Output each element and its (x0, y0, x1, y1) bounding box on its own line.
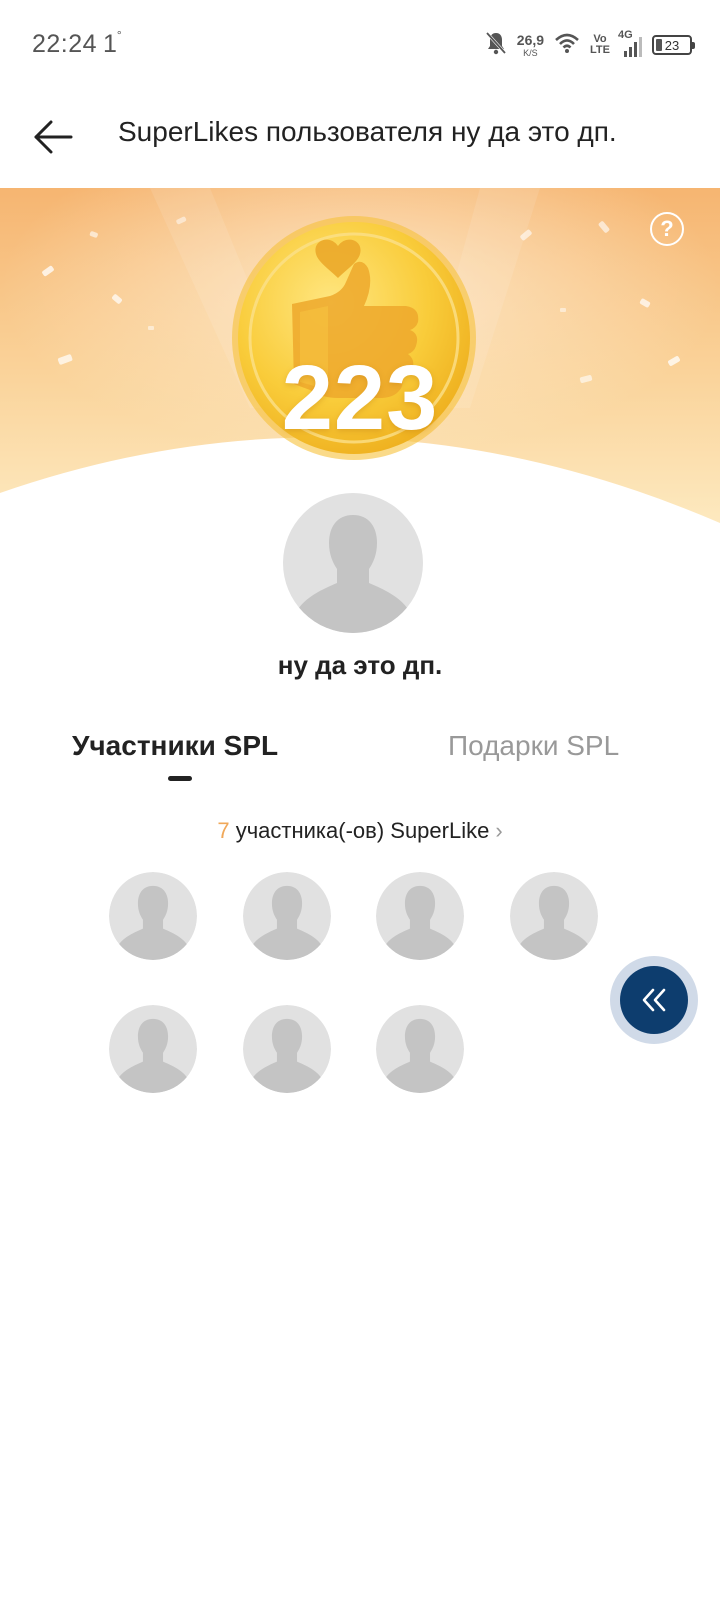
person-placeholder-icon (376, 1005, 464, 1093)
person-placeholder-icon (243, 1005, 331, 1093)
status-time: 22:24 (32, 30, 98, 58)
person-placeholder-icon (510, 872, 598, 960)
superlike-count: 223 (281, 347, 439, 449)
tabs: Участники SPL Подарки SPL (0, 730, 720, 790)
username: ну да это дп. (277, 650, 443, 680)
app-header: SuperLikes пользователя ну да это дп. (0, 90, 720, 188)
double-chevron-left-icon (642, 988, 666, 1012)
participant-avatar[interactable] (376, 1005, 464, 1093)
status-icons: 26,9 K/S Vo LTE 4G 23 (485, 28, 695, 62)
participant-avatar[interactable] (376, 872, 464, 960)
arrow-left-icon (34, 120, 73, 154)
participant-avatar[interactable] (109, 872, 197, 960)
participant-avatar[interactable] (109, 1005, 197, 1093)
person-placeholder-icon (109, 1005, 197, 1093)
status-bar: 22:24 1° 26,9 K/S Vo LTE 4G 23 (0, 0, 720, 90)
net-speed: 26,9 K/S (516, 31, 545, 58)
person-placeholder-icon (109, 872, 197, 960)
tab-gifts[interactable]: Подарки SPL (448, 730, 619, 762)
participant-avatar[interactable] (243, 1005, 331, 1093)
signal-icon: 4G (618, 29, 642, 57)
help-button[interactable]: ? (650, 212, 684, 246)
wifi-icon (554, 32, 580, 59)
page-title: SuperLikes пользователя ну да это дп. (118, 116, 617, 147)
user-avatar[interactable] (278, 488, 428, 638)
question-icon: ? (660, 216, 674, 241)
participant-avatar[interactable] (510, 872, 598, 960)
person-placeholder-icon (376, 872, 464, 960)
battery-level: 23 (664, 37, 680, 53)
battery-icon: 23 (652, 35, 695, 55)
participant-avatar[interactable] (243, 872, 331, 960)
person-placeholder-icon (243, 872, 331, 960)
chevron-right-icon: › (495, 818, 503, 843)
collapse-floating-button[interactable] (610, 956, 698, 1044)
participants-count-link[interactable]: 7 участника(-ов) SuperLike › (0, 818, 720, 844)
volte-indicator: Vo LTE (590, 33, 610, 56)
participants-count: 7 (217, 818, 230, 843)
person-placeholder-icon (283, 493, 423, 633)
status-notification-count: 1° (103, 28, 122, 58)
back-button[interactable] (28, 112, 78, 162)
tab-indicator (168, 776, 192, 781)
participants-label: участника(-ов) SuperLike (235, 818, 490, 843)
tab-participants[interactable]: Участники SPL (72, 730, 278, 762)
bell-muted-icon (485, 31, 507, 60)
